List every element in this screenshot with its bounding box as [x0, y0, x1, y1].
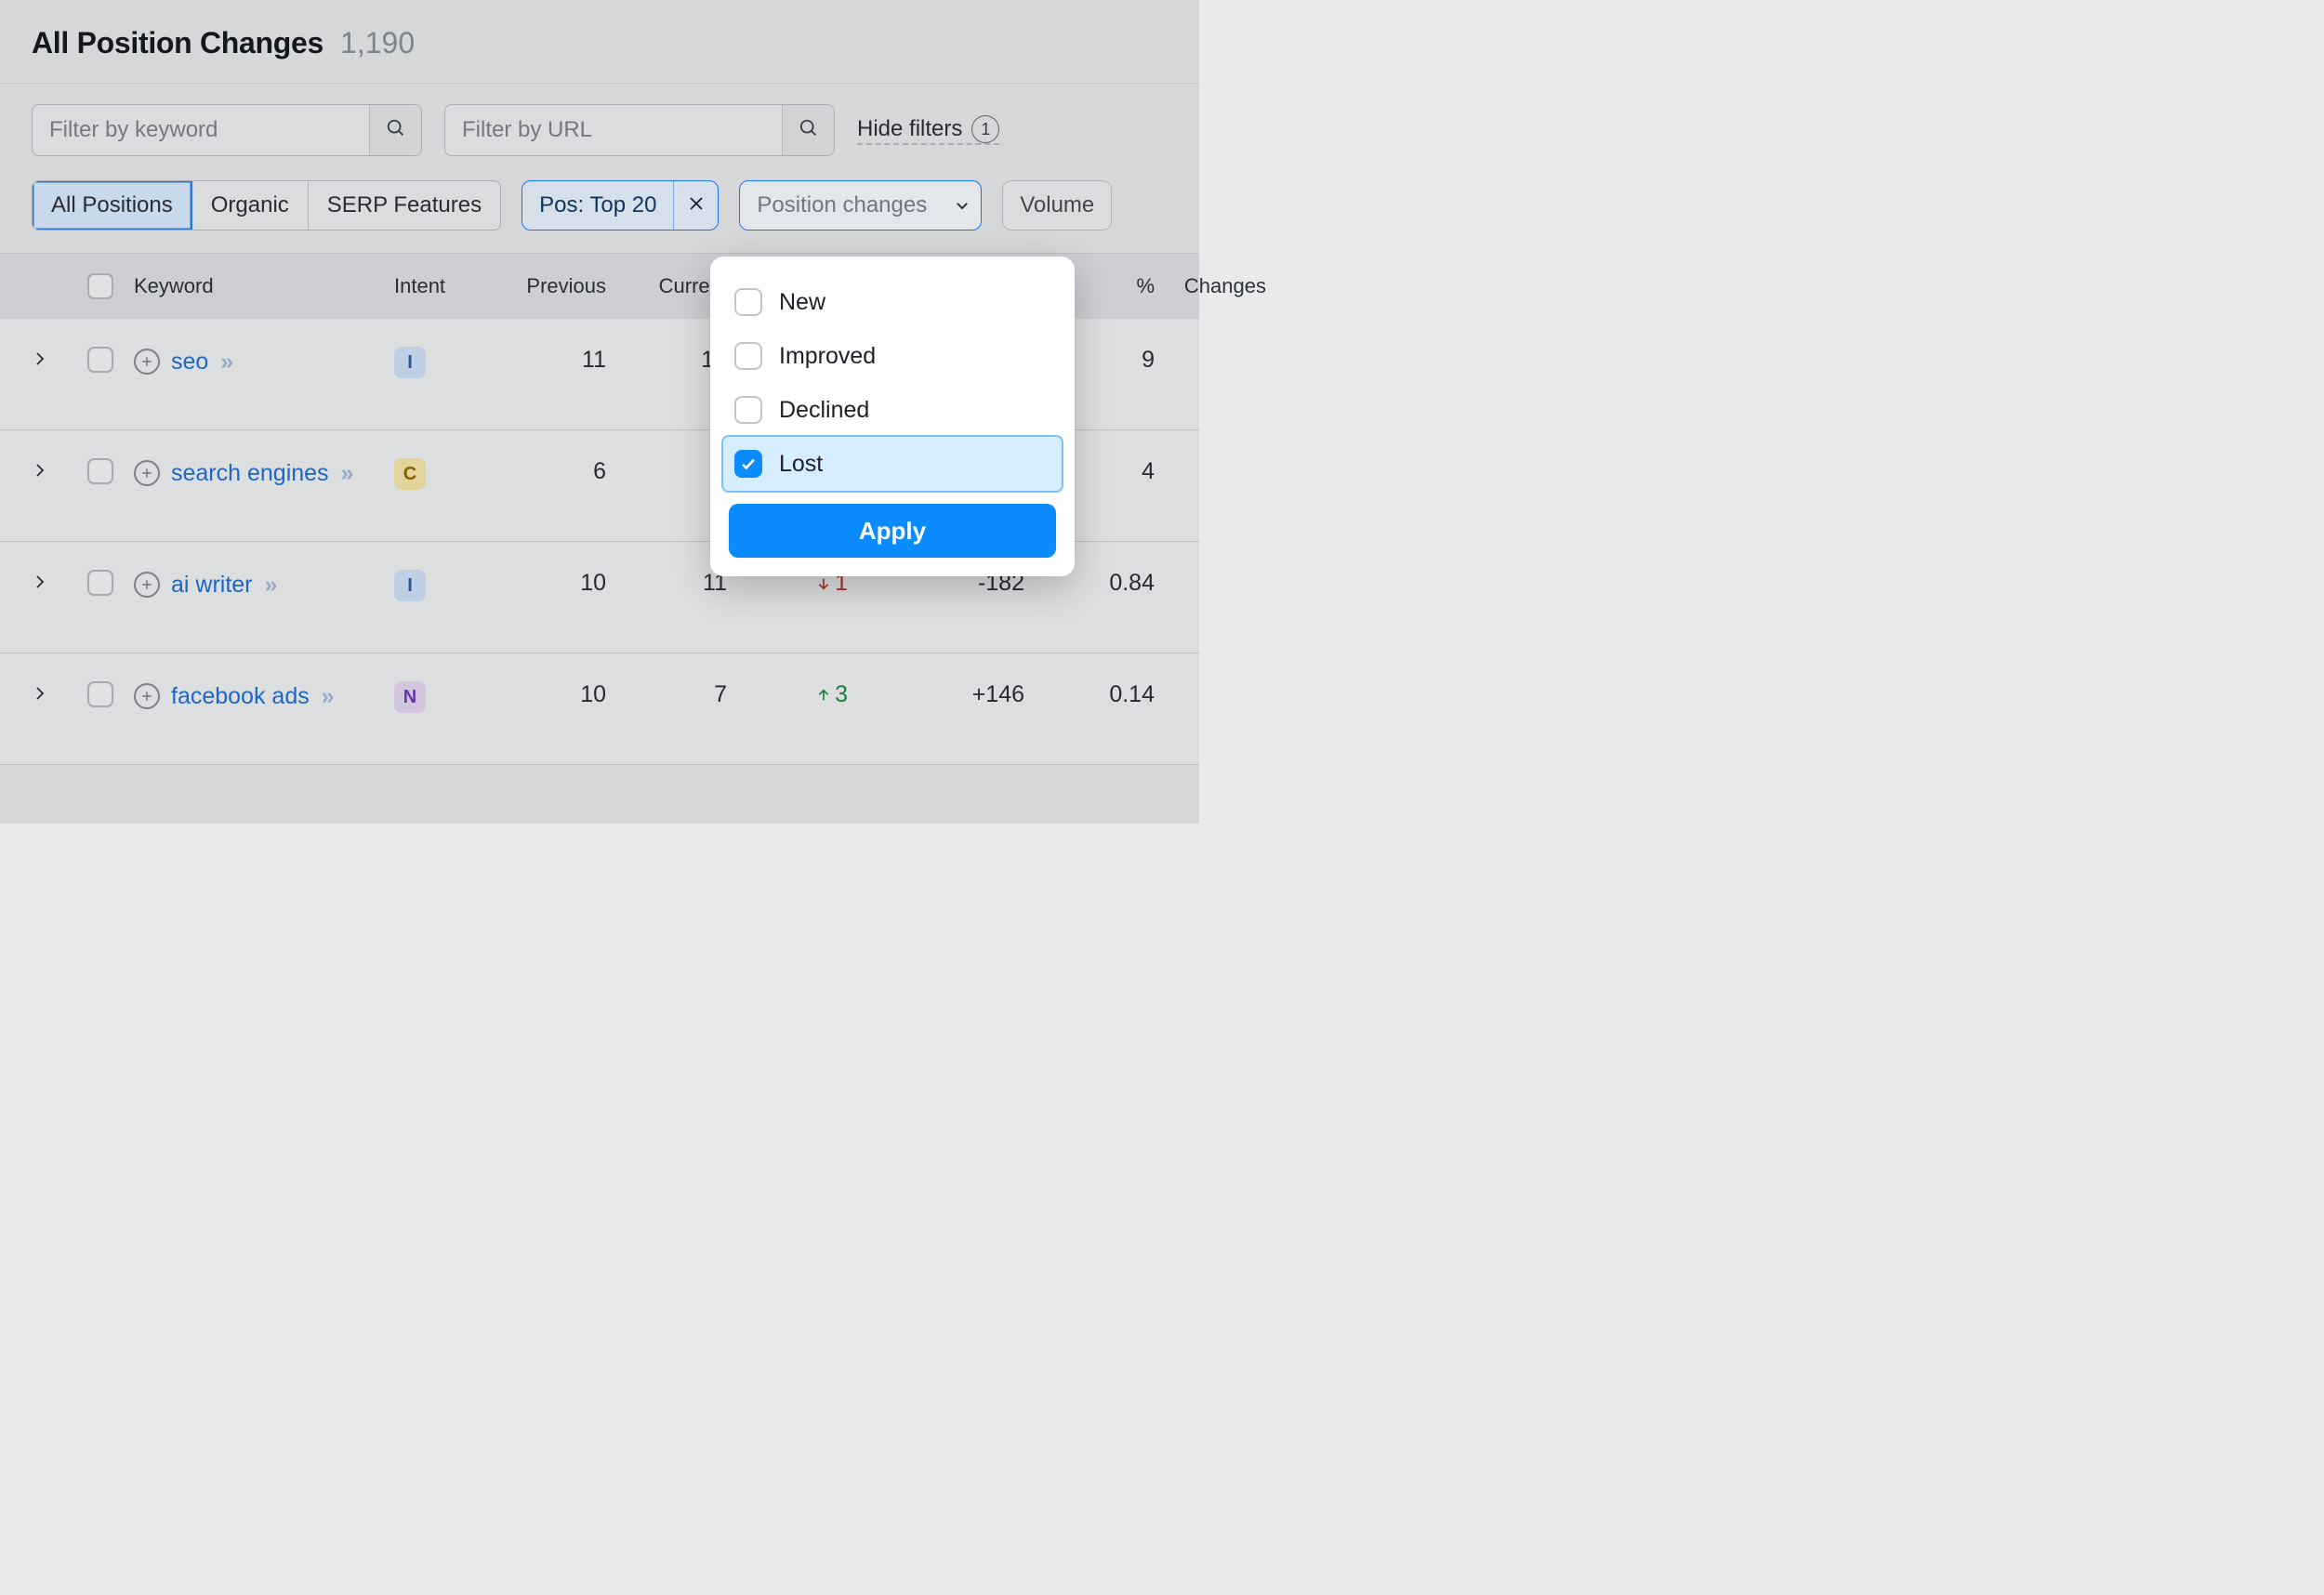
filter-keyword-input[interactable]: [33, 105, 369, 155]
keyword-link[interactable]: facebook ads: [171, 683, 310, 709]
chip-position-changes-dropdown[interactable]: Position changes: [739, 180, 982, 231]
option-checkbox[interactable]: [734, 450, 762, 478]
segment-all-positions[interactable]: All Positions: [33, 181, 192, 230]
double-chevron-icon: »: [220, 349, 231, 375]
previous-value: 10: [580, 570, 606, 597]
option-label: Lost: [779, 451, 823, 478]
option-label: Improved: [779, 343, 876, 370]
current-value: 7: [714, 681, 727, 708]
intent-badge: I: [394, 347, 426, 378]
chevron-down-icon: [944, 197, 981, 214]
option-checkbox[interactable]: [734, 342, 762, 370]
option-label: New: [779, 289, 825, 316]
expand-row-toggle[interactable]: [32, 681, 48, 708]
double-chevron-icon: »: [322, 683, 332, 709]
filter-url-search-button[interactable]: [782, 105, 834, 155]
row-checkbox[interactable]: [87, 570, 113, 596]
intent-badge: N: [394, 681, 426, 713]
position-changes-popover: New Improved Declined Lost Apply: [710, 257, 1075, 576]
traffic-pct-value: 0.14: [1109, 681, 1155, 708]
row-checkbox[interactable]: [87, 681, 113, 707]
double-chevron-icon: »: [264, 572, 274, 598]
segment-serp-features[interactable]: SERP Features: [309, 181, 500, 230]
row-checkbox[interactable]: [87, 458, 113, 484]
chip-pos-top-20-label: Pos: Top 20: [522, 192, 673, 218]
popover-option[interactable]: New: [723, 275, 1062, 329]
expand-row-toggle[interactable]: [32, 570, 48, 597]
expand-row-toggle[interactable]: [32, 347, 48, 374]
chip-pos-top-20[interactable]: Pos: Top 20: [522, 180, 719, 231]
add-keyword-button[interactable]: [134, 683, 160, 709]
intent-badge: I: [394, 570, 426, 601]
chip-pos-top-20-remove[interactable]: [673, 181, 718, 230]
option-label: Declined: [779, 397, 869, 424]
page-title: All Position Changes: [32, 26, 324, 60]
filter-keyword-search-button[interactable]: [369, 105, 421, 155]
option-checkbox[interactable]: [734, 288, 762, 316]
row-checkbox[interactable]: [87, 347, 113, 373]
diff-value: 3: [816, 681, 848, 708]
option-checkbox[interactable]: [734, 396, 762, 424]
traffic-pct-value: 4: [1142, 458, 1155, 485]
apply-button[interactable]: Apply: [729, 504, 1056, 558]
column-previous[interactable]: Previous: [487, 274, 617, 298]
column-intent[interactable]: Intent: [394, 274, 487, 298]
keyword-link[interactable]: ai writer: [171, 572, 253, 598]
previous-value: 6: [593, 458, 606, 485]
chip-volume-label: Volume: [1003, 192, 1111, 218]
traffic-change-value: +146: [972, 681, 1024, 708]
intent-badge: C: [394, 458, 426, 490]
chip-position-changes-label: Position changes: [740, 192, 944, 218]
popover-option[interactable]: Improved: [723, 329, 1062, 383]
filter-url-searchbox[interactable]: [444, 104, 835, 156]
filter-keyword-searchbox[interactable]: [32, 104, 422, 156]
column-keyword[interactable]: Keyword: [134, 274, 394, 298]
traffic-pct-value: 0.84: [1109, 570, 1155, 597]
result-count: 1,190: [340, 26, 415, 60]
search-icon: [386, 118, 406, 143]
filter-url-input[interactable]: [445, 105, 782, 155]
hide-filters-toggle[interactable]: Hide filters 1: [857, 115, 999, 145]
search-icon: [799, 118, 819, 143]
traffic-pct-value: 9: [1142, 347, 1155, 374]
segment-organic[interactable]: Organic: [192, 181, 309, 230]
column-changes[interactable]: Changes: [1166, 274, 1277, 298]
close-icon: [688, 192, 705, 218]
table-row: facebook ads » N 10 7 3 +146 0.14: [0, 653, 1199, 765]
add-keyword-button[interactable]: [134, 349, 160, 375]
previous-value: 11: [582, 347, 606, 374]
previous-value: 10: [580, 681, 606, 708]
expand-row-toggle[interactable]: [32, 458, 48, 485]
keyword-link[interactable]: seo: [171, 349, 208, 375]
hide-filters-count-badge: 1: [971, 115, 999, 143]
double-chevron-icon: »: [341, 460, 351, 486]
select-all-checkbox[interactable]: [87, 273, 113, 299]
popover-option[interactable]: Lost: [723, 437, 1062, 491]
keyword-link[interactable]: search engines: [171, 460, 329, 486]
popover-option[interactable]: Declined: [723, 383, 1062, 437]
add-keyword-button[interactable]: [134, 572, 160, 598]
add-keyword-button[interactable]: [134, 460, 160, 486]
chip-volume[interactable]: Volume: [1002, 180, 1112, 231]
position-scope-segmented[interactable]: All Positions Organic SERP Features: [32, 180, 501, 231]
hide-filters-label: Hide filters: [857, 116, 962, 142]
